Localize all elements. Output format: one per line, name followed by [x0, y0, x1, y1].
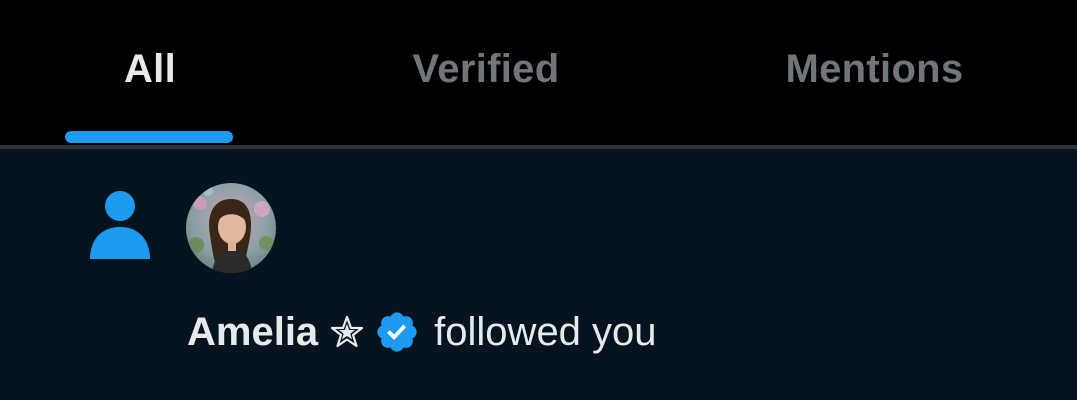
star-icon	[331, 315, 364, 348]
tab-verified[interactable]: Verified	[300, 0, 672, 146]
follow-notification[interactable]: Amelia followed you	[0, 149, 1077, 400]
user-avatar[interactable]	[186, 183, 276, 273]
tab-all[interactable]: All	[0, 0, 300, 146]
verified-badge-icon[interactable]	[374, 309, 420, 355]
user-name[interactable]: Amelia	[187, 310, 318, 355]
notification-text: Amelia followed you	[187, 309, 657, 355]
tab-all-label: All	[123, 46, 176, 91]
notifications-tab-bar: All Verified Mentions	[0, 0, 1077, 146]
tab-mentions[interactable]: Mentions	[672, 0, 1077, 146]
avatar-photo	[186, 183, 276, 273]
person-follow-icon	[90, 191, 150, 259]
tab-verified-label: Verified	[412, 46, 560, 91]
active-tab-indicator	[65, 131, 233, 143]
tab-mentions-label: Mentions	[785, 46, 964, 91]
action-text: followed you	[434, 309, 657, 354]
